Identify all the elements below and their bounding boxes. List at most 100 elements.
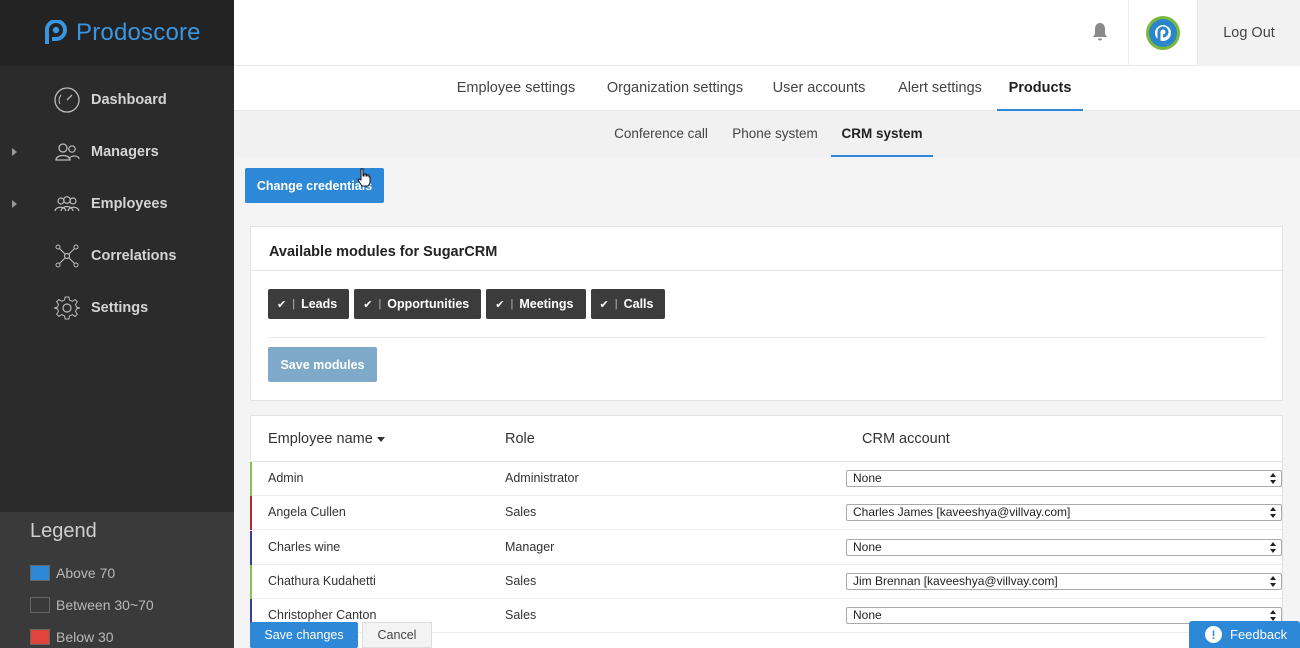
module-chip-calls[interactable]: ✔ | Calls: [590, 289, 666, 319]
cancel-button[interactable]: Cancel: [362, 622, 432, 648]
crm-account-value: None: [853, 539, 882, 554]
sidebar-item-label: Correlations: [91, 248, 177, 264]
module-chip-label: Meetings: [519, 297, 574, 311]
module-chip-label: Leads: [301, 297, 338, 311]
brand-name: Prodoscore: [76, 19, 201, 46]
legend-title: Legend: [30, 520, 97, 542]
sidebar-item-correlations[interactable]: Correlations: [0, 230, 234, 282]
subtab-phone-system[interactable]: Phone system: [726, 111, 824, 157]
select-arrows-icon: [1270, 541, 1276, 553]
employee-role: Sales: [505, 505, 537, 520]
column-role: Role: [505, 431, 535, 447]
table-row: Angela Cullen Sales Charles James [kaveesh…: [250, 496, 1282, 531]
secondary-tabs: Conference call Phone system CRM system: [234, 111, 1300, 157]
exclamation-icon: !: [1205, 626, 1222, 643]
crm-account-select[interactable]: None: [846, 538, 1282, 556]
check-icon: ✔: [495, 298, 505, 311]
employee-name: Chathura Kudahetti: [268, 573, 376, 588]
managers-icon: [53, 138, 81, 166]
column-crm-account: CRM account: [862, 431, 950, 447]
crm-account-value: Charles James [kaveeshya@villvay.com]: [853, 505, 1071, 520]
sidebar-item-employees[interactable]: Employees: [0, 178, 234, 230]
separator: |: [614, 298, 618, 310]
crm-account-value: Jim Brennan [kaveeshya@villvay.com]: [853, 573, 1058, 588]
subtab-crm-system[interactable]: CRM system: [831, 111, 933, 157]
select-arrows-icon: [1270, 507, 1276, 519]
tab-products[interactable]: Products: [997, 66, 1083, 111]
sidebar-item-dashboard[interactable]: Dashboard: [0, 74, 234, 126]
caret-right-icon[interactable]: [12, 200, 17, 208]
table-row: Admin Administrator None: [250, 462, 1282, 496]
feedback-button[interactable]: ! Feedback: [1189, 621, 1300, 648]
module-chips: ✔ | Leads ✔ | Opportunities ✔ | Meetings ✔ | Calls: [268, 289, 666, 319]
module-chip-label: Opportunities: [387, 297, 470, 311]
avatar[interactable]: [1128, 0, 1198, 66]
legend-swatch: [30, 629, 50, 645]
gear-icon: [53, 294, 81, 322]
save-modules-button[interactable]: Save modules: [268, 347, 377, 382]
crm-account-select[interactable]: None: [846, 470, 1282, 487]
employee-name: Charles wine: [268, 539, 341, 554]
legend-item: Above 70: [30, 557, 234, 589]
module-chip-meetings[interactable]: ✔ | Meetings: [486, 289, 586, 319]
sidebar: Prodoscore Dashboard Managers Employees Cor…: [0, 0, 234, 648]
row-status-bar: [250, 530, 252, 565]
select-arrows-icon: [1270, 473, 1276, 484]
column-employee-name[interactable]: Employee name: [268, 416, 385, 462]
employees-icon: [53, 190, 81, 218]
logout-button[interactable]: Log Out: [1198, 0, 1300, 66]
employee-role: Administrator: [505, 471, 579, 485]
tab-user-accounts[interactable]: User accounts: [769, 66, 869, 111]
primary-tabs: Employee settings Organization settings Us…: [234, 66, 1300, 111]
check-icon: ✔: [599, 298, 609, 311]
tab-organization-settings[interactable]: Organization settings: [599, 66, 751, 111]
sidebar-item-label: Dashboard: [91, 92, 167, 108]
employee-table: Employee name Role CRM account Admin Admi…: [250, 415, 1283, 648]
legend-swatch: [30, 565, 50, 581]
legend-label: Above 70: [56, 565, 116, 581]
row-status-bar: [250, 496, 252, 531]
legend-item: Below 30: [30, 621, 234, 648]
modules-card: Available modules for SugarCRM ✔ | Leads ✔ |…: [250, 226, 1283, 401]
tab-employee-settings[interactable]: Employee settings: [452, 66, 580, 111]
bell-icon[interactable]: [1092, 22, 1108, 42]
legend-item: Between 30~70: [30, 589, 234, 621]
sidebar-item-label: Managers: [91, 144, 159, 160]
module-chip-leads[interactable]: ✔ | Leads: [268, 289, 350, 319]
employee-role: Sales: [505, 573, 537, 588]
brand[interactable]: Prodoscore: [0, 0, 234, 66]
sidebar-item-managers[interactable]: Managers: [0, 126, 234, 178]
employee-role: Manager: [505, 539, 555, 554]
table-row: Charles wine Manager None: [250, 530, 1282, 565]
tab-alert-settings[interactable]: Alert settings: [885, 66, 995, 111]
separator: |: [510, 298, 514, 310]
app-window: Prodoscore Dashboard Managers Employees Cor…: [0, 0, 1300, 648]
caret-right-icon[interactable]: [12, 148, 17, 156]
sort-down-icon: [376, 436, 385, 442]
row-status-bar: [250, 564, 252, 599]
check-icon: ✔: [277, 298, 287, 311]
avatar-icon: [1146, 16, 1180, 50]
sidebar-item-label: Employees: [91, 196, 168, 212]
gauge-icon: [53, 86, 81, 114]
table-header: Employee name Role CRM account: [251, 416, 1282, 462]
employee-name: Admin: [268, 471, 304, 485]
module-chip-opportunities[interactable]: ✔ | Opportunities: [354, 289, 482, 319]
module-chip-label: Calls: [623, 297, 654, 311]
prodoscore-logo-icon: [45, 20, 67, 44]
save-changes-button[interactable]: Save changes: [250, 622, 358, 648]
separator: |: [292, 298, 296, 310]
feedback-label: Feedback: [1230, 627, 1288, 642]
separator: |: [378, 298, 382, 310]
row-status-bar: [250, 462, 252, 496]
crm-account-value: None: [853, 608, 882, 623]
subtab-conference-call[interactable]: Conference call: [604, 111, 718, 157]
crm-account-select[interactable]: Jim Brennan [kaveeshya@villvay.com]: [846, 572, 1282, 590]
sidebar-nav: Dashboard Managers Employees Correlations Se…: [0, 66, 234, 334]
divider: [268, 337, 1265, 338]
crm-account-select[interactable]: Charles James [kaveeshya@villvay.com]: [846, 504, 1282, 522]
crm-account-value: None: [853, 471, 882, 485]
employee-role: Sales: [505, 608, 537, 623]
sidebar-item-settings[interactable]: Settings: [0, 282, 234, 334]
sidebar-item-label: Settings: [91, 300, 149, 316]
